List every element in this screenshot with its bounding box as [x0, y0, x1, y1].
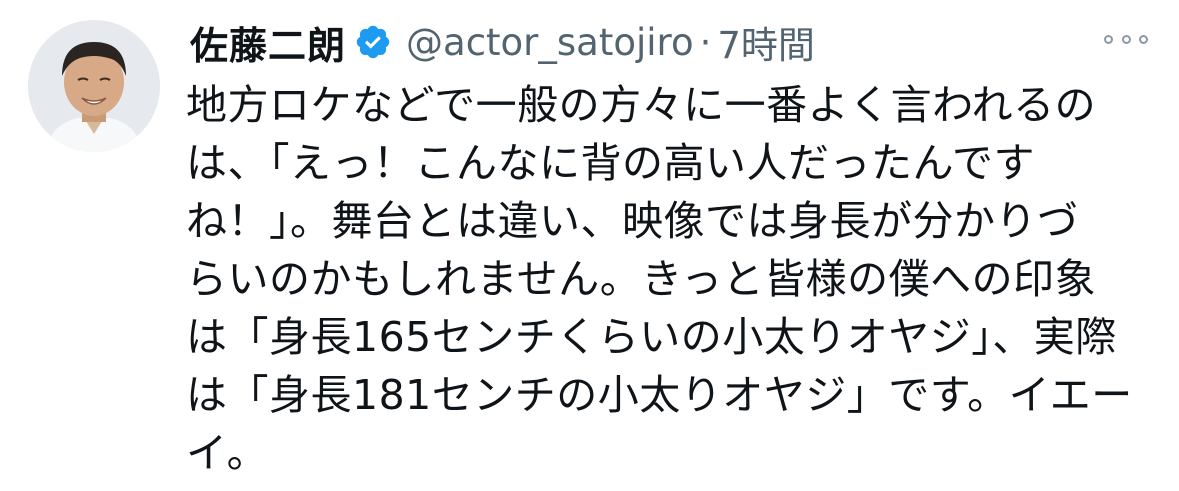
verified-badge-icon[interactable] [354, 23, 392, 61]
tweet-text-line: ね！」。舞台とは違い、映像では身長が分かりづ [186, 197, 1079, 245]
tweet-text-line: は、「えっ！こんなに背の高い人だったんです [186, 139, 1035, 187]
author-display-name[interactable]: 佐藤二朗 [190, 15, 346, 70]
tweet[interactable]: 佐藤二朗 @actor_satojiro · 7時間 地方ロケなどで一般の方々に… [0, 0, 1179, 491]
tweet-text-line: 地方ロケなどで一般の方々に一番よく言われるの [186, 81, 1097, 129]
tweet-timestamp[interactable]: 7時間 [717, 15, 815, 69]
tweet-text-line: イ。 [186, 429, 269, 477]
tweet-text-line: は「身長165センチくらいの小太りオヤジ」、実際 [186, 313, 1117, 361]
more-dot [1104, 34, 1113, 44]
author-handle[interactable]: @actor_satojiro [406, 21, 694, 64]
user-avatar-icon [28, 20, 160, 152]
header-separator: · [699, 20, 712, 64]
tweet-text-line: は「身長181センチの小太りオヤジ」です。イエー [186, 371, 1133, 419]
avatar[interactable] [28, 20, 160, 152]
tweet-header: 佐藤二朗 @actor_satojiro · 7時間 [190, 14, 815, 70]
more-options-icon[interactable] [1104, 26, 1148, 52]
tweet-text: 地方ロケなどで一般の方々に一番よく言われるの は、「えっ！こんなに背の高い人だっ… [186, 76, 1133, 482]
more-dot [1121, 34, 1131, 44]
more-dot [1139, 34, 1148, 44]
tweet-text-line: らいのかもしれません。きっと皆様の僕への印象 [186, 255, 1097, 303]
